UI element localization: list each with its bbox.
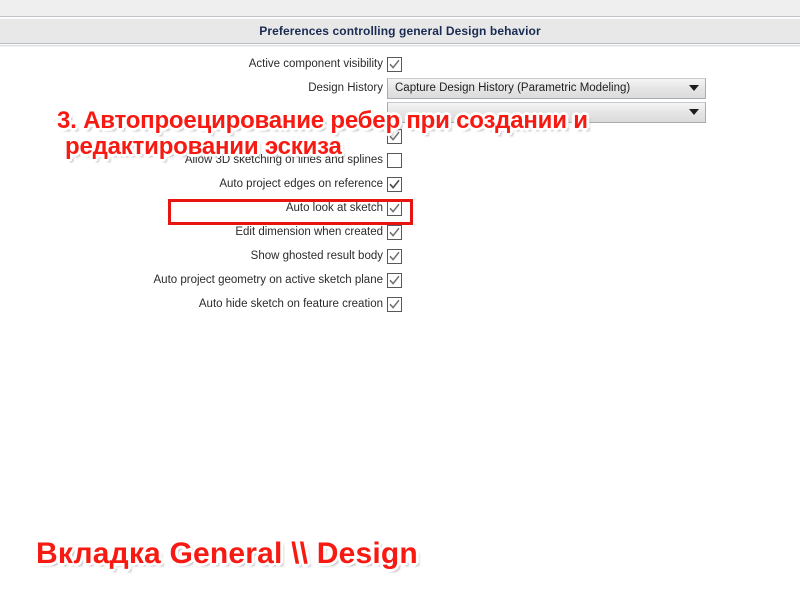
annotation-bottom: Вкладка General \\ Design: [36, 537, 418, 570]
window-top-strip: [0, 0, 800, 17]
panel-title-bar: Preferences controlling general Design b…: [0, 18, 800, 44]
checkbox-auto-project-geometry-on-active-sketch-plane[interactable]: [387, 272, 402, 288]
preference-row-auto-hide-sketch: Auto hide sketch on feature creation: [0, 292, 800, 316]
row-control: [387, 200, 402, 216]
row-control: [387, 248, 402, 264]
row-control: [387, 296, 402, 312]
panel-title: Preferences controlling general Design b…: [259, 24, 541, 38]
annotation-top-line1: 3. Автопроецирование ребер при создании …: [57, 107, 588, 134]
checkbox-show-ghosted-result-body[interactable]: [387, 248, 402, 264]
checkbox-auto-hide-sketch-on-feature-creation[interactable]: [387, 296, 402, 312]
preference-row-show-ghosted-result-body: Show ghosted result body: [0, 244, 800, 268]
preference-row-auto-project-edges-on-reference: Auto project edges on reference: [0, 172, 800, 196]
row-label: Design History: [308, 82, 383, 94]
checkbox-active-component-visibility[interactable]: [387, 56, 402, 72]
row-label: Auto look at sketch: [285, 202, 383, 214]
annotation-top-line2: редактировании эскиза: [65, 132, 342, 160]
row-label: Active component visibility: [248, 58, 383, 70]
row-label: Auto project edges on reference: [219, 178, 383, 190]
row-control: [387, 224, 402, 240]
preference-row-active-component-visibility: Active component visibility: [0, 52, 800, 76]
row-label: Auto hide sketch on feature creation: [198, 298, 383, 310]
preference-row-design-history: Design History Capture Design History (P…: [0, 76, 800, 100]
preference-row-auto-look-at-sketch: Auto look at sketch: [0, 196, 800, 220]
preference-row-edit-dimension-when-created: Edit dimension when created: [0, 220, 800, 244]
row-control: [387, 56, 402, 72]
checkbox-auto-project-edges-on-reference[interactable]: [387, 176, 402, 192]
chevron-down-icon: [689, 85, 699, 91]
annotation-top: 3. Автопроецирование ребер при создании …: [57, 108, 588, 160]
row-label: Edit dimension when created: [235, 226, 383, 238]
preferences-form: Active component visibility Design Histo…: [0, 52, 800, 316]
dropdown-design-history[interactable]: Capture Design History (Parametric Model…: [387, 77, 706, 99]
chevron-down-icon: [689, 109, 699, 115]
row-label: Show ghosted result body: [250, 250, 383, 262]
row-label: Auto project geometry on active sketch p…: [153, 274, 384, 286]
row-control: [387, 272, 402, 288]
row-control: [387, 176, 402, 192]
checkbox-auto-look-at-sketch[interactable]: [387, 200, 402, 216]
title-bar-divider: [0, 45, 800, 47]
checkbox-edit-dimension-when-created[interactable]: [387, 224, 402, 240]
row-control: Capture Design History (Parametric Model…: [387, 77, 706, 99]
preference-row-auto-project-geometry: Auto project geometry on active sketch p…: [0, 268, 800, 292]
dropdown-value: Capture Design History (Parametric Model…: [395, 82, 631, 94]
